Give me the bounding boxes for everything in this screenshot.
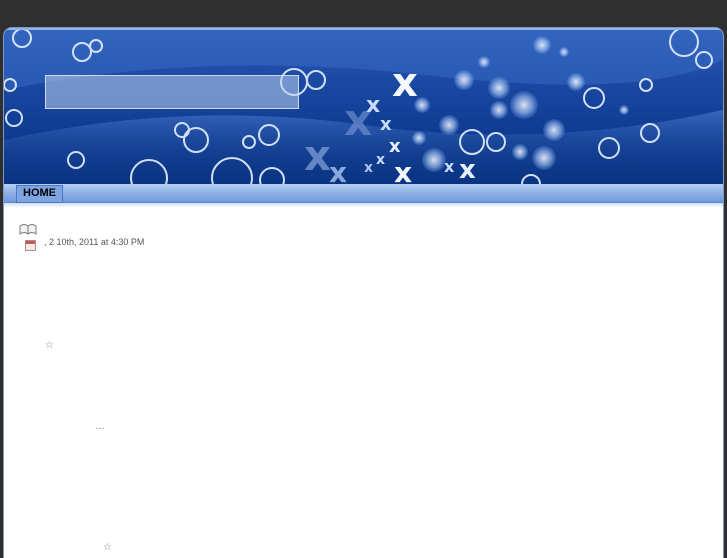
svg-text:x: x	[394, 156, 412, 186]
svg-text:x: x	[329, 156, 347, 186]
page-frame: x x x x x x x x x x x x HOME , 2 10th, 2…	[4, 28, 723, 558]
svg-text:x: x	[392, 60, 418, 106]
main-content: , 2 10th, 2011 at 4:30 PM ☆ … ☆	[4, 208, 723, 558]
svg-text:x: x	[364, 160, 373, 176]
nav-home-link[interactable]: HOME	[16, 185, 63, 203]
svg-text:x: x	[459, 155, 476, 185]
post-icon	[19, 224, 37, 235]
calendar-icon	[25, 240, 36, 251]
svg-text:x: x	[444, 157, 455, 176]
site-title-box	[45, 75, 299, 109]
svg-text:x: x	[304, 131, 331, 180]
star-icon: ☆	[45, 340, 54, 351]
ellipsis-text: …	[95, 421, 105, 432]
svg-text:x: x	[380, 114, 392, 135]
header-banner: x x x x x x x x x x x x	[4, 28, 723, 186]
nav-bar: HOME	[4, 184, 723, 203]
svg-text:x: x	[389, 136, 401, 157]
svg-text:x: x	[376, 152, 385, 168]
svg-text:x: x	[366, 93, 380, 118]
post-date: , 2 10th, 2011 at 4:30 PM	[44, 237, 145, 247]
